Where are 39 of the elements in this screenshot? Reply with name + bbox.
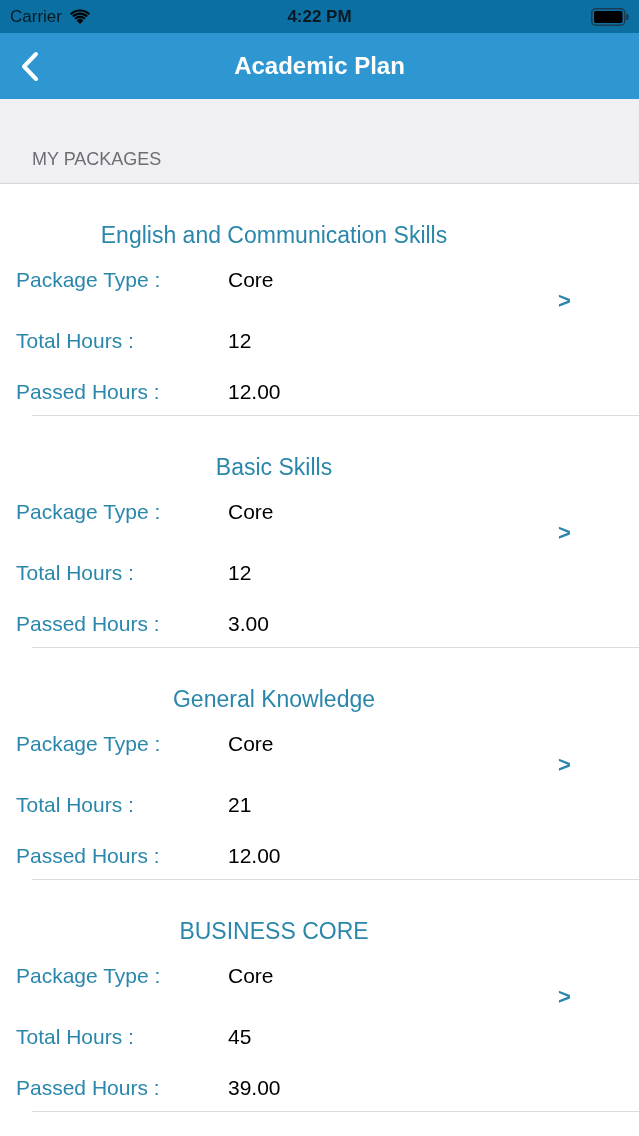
- nav-title: Academic Plan: [234, 51, 405, 81]
- field-label: Passed Hours :: [16, 611, 161, 638]
- field-value: 12: [228, 328, 252, 355]
- field-value: 21: [228, 792, 252, 819]
- field-label: Total Hours :: [16, 328, 135, 355]
- field-value: 39.00: [228, 1075, 281, 1102]
- field-value: 12.00: [228, 843, 281, 870]
- field-value: 3.00: [228, 611, 269, 638]
- field-label: Package Type :: [16, 963, 162, 990]
- field-value: 12.00: [228, 379, 281, 406]
- field-label: Package Type :: [16, 499, 162, 526]
- wifi-icon: [69, 9, 90, 24]
- carrier-label: Carrier: [10, 5, 62, 28]
- field-label: Package Type :: [16, 267, 162, 294]
- field-label: Passed Hours :: [16, 843, 161, 870]
- section-header: MY PACKAGES: [32, 148, 162, 171]
- package-chevron[interactable]: >: [558, 986, 571, 1008]
- field-value: Core: [228, 731, 274, 758]
- package-title: BUSINESS CORE: [179, 916, 369, 946]
- field-value: Core: [228, 267, 274, 294]
- package-title: English and Communication Skills: [100, 220, 448, 250]
- status-time: 4:22 PM: [287, 5, 352, 28]
- field-value: Core: [228, 963, 274, 990]
- field-label: Total Hours :: [16, 792, 135, 819]
- field-value: Core: [228, 499, 274, 526]
- field-label: Passed Hours :: [16, 379, 161, 406]
- package-chevron[interactable]: >: [558, 754, 571, 776]
- field-label: Passed Hours :: [16, 1075, 161, 1102]
- field-label: Total Hours :: [16, 560, 135, 587]
- package-chevron[interactable]: >: [558, 290, 571, 312]
- package-chevron[interactable]: >: [558, 522, 571, 544]
- back-chevron-icon: [21, 50, 39, 82]
- battery-icon: [591, 7, 629, 26]
- field-value: 45: [228, 1024, 252, 1051]
- field-label: Total Hours :: [16, 1024, 135, 1051]
- package-title: General Knowledge: [173, 684, 375, 714]
- field-label: Package Type :: [16, 731, 162, 758]
- field-value: 12: [228, 560, 252, 587]
- package-title: Basic Skills: [215, 452, 333, 482]
